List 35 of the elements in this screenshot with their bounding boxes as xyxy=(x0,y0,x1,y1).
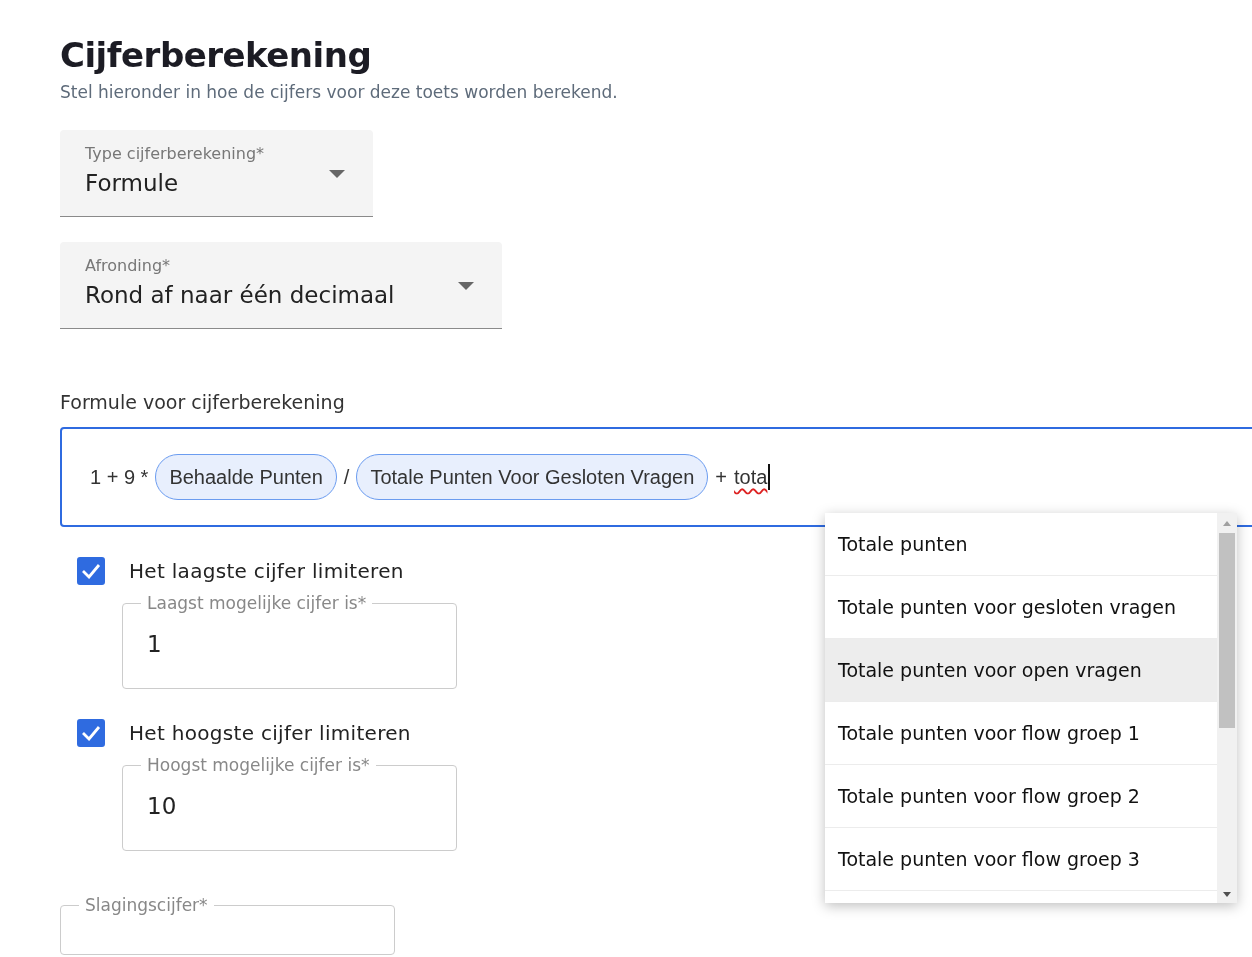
formula-text: / xyxy=(343,465,350,489)
field-value: 10 xyxy=(147,793,178,819)
scrollbar[interactable] xyxy=(1217,513,1237,903)
field-value: Formule xyxy=(85,169,180,198)
field-label: Hoogst mogelijke cijfer is* xyxy=(146,755,371,775)
checkbox-label: Het hoogste cijfer limiteren xyxy=(129,721,411,745)
suggestion-item[interactable]: Totale punten voor open vragen xyxy=(825,639,1217,702)
pass-grade-field[interactable]: Slagingscijfer* xyxy=(60,895,395,955)
select-field[interactable]: Afronding* Rond af naar één decimaal xyxy=(60,242,502,329)
formula-text: 1 + 9 * xyxy=(90,465,149,489)
field-value: Rond af naar één decimaal xyxy=(85,281,395,310)
caret-icon xyxy=(329,170,345,178)
checkbox[interactable] xyxy=(77,719,105,747)
variable-chip[interactable]: Behaalde Punten xyxy=(155,454,337,500)
caret-icon xyxy=(458,282,474,290)
checkmark-icon xyxy=(81,563,101,579)
field-value: 1 xyxy=(147,631,163,657)
field-label: Type cijferberekening* xyxy=(85,143,265,165)
page-subtitle: Stel hieronder in hoe de cijfers voor deze toets worden berekend. xyxy=(60,82,619,102)
field-label: Laagst mogelijke cijfer is* xyxy=(146,593,368,613)
typed-text: tota xyxy=(734,465,768,489)
checkmark-icon xyxy=(81,725,101,741)
checkbox-label: Het laagste cijfer limiteren xyxy=(129,559,404,583)
number-field[interactable]: Laagst mogelijke cijfer is* 1 xyxy=(122,593,457,689)
formula-text: + xyxy=(715,465,728,489)
field-label: Afronding* xyxy=(85,255,172,277)
scroll-down-icon[interactable] xyxy=(1223,892,1231,897)
number-field[interactable]: Hoogst mogelijke cijfer is* 10 xyxy=(122,755,457,851)
text-cursor xyxy=(768,464,770,490)
checkbox[interactable] xyxy=(77,557,105,585)
variable-chip[interactable]: Totale Punten Voor Gesloten Vragen xyxy=(356,454,709,500)
formula-label: Formule voor cijferberekening xyxy=(60,391,346,413)
page-title: Cijferberekening xyxy=(60,34,373,77)
field-label: Slagingscijfer* xyxy=(84,895,209,915)
select-field[interactable]: Type cijferberekening* Formule xyxy=(60,130,373,217)
